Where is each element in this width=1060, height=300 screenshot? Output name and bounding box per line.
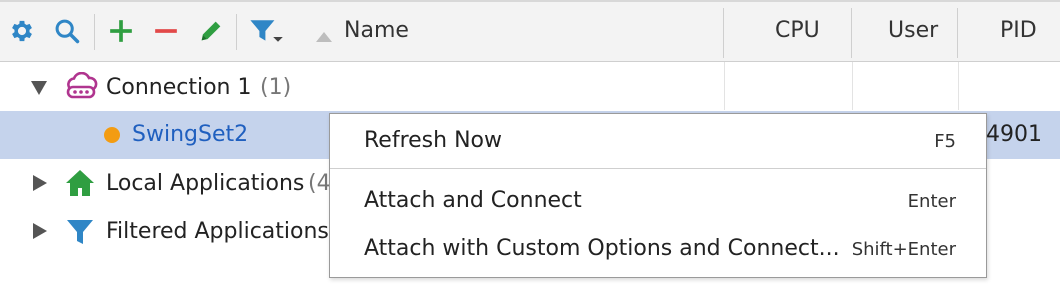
filtered-applications-label: Filtered Applications: [106, 219, 329, 244]
column-header-name[interactable]: Name: [344, 18, 409, 43]
menu-item-label: Attach and Connect: [364, 188, 582, 213]
remote-host-icon: [64, 71, 98, 106]
connection-count: (1): [260, 75, 292, 100]
context-menu: Refresh Now F5 Attach and Connect Enter …: [329, 113, 987, 278]
status-dot-icon: [104, 127, 120, 143]
column-header-pid[interactable]: PID: [1000, 18, 1037, 43]
toolbar-divider: [94, 14, 95, 50]
menu-separator: [330, 168, 986, 169]
pencil-icon[interactable]: [196, 16, 226, 46]
column-divider[interactable]: [723, 8, 724, 58]
local-applications-label: Local Applications: [106, 171, 305, 196]
pid-value: 4901: [986, 122, 1042, 147]
menu-item-shortcut: Shift+Enter: [851, 239, 956, 260]
menu-item-refresh-now[interactable]: Refresh Now F5: [330, 118, 986, 164]
gear-icon[interactable]: [7, 16, 37, 46]
menu-item-attach-with-custom-options[interactable]: Attach with Custom Options and Connect..…: [330, 226, 986, 272]
menu-item-attach-and-connect[interactable]: Attach and Connect Enter: [330, 178, 986, 224]
connection-label: Connection 1: [106, 75, 252, 100]
column-header-cpu[interactable]: CPU: [775, 18, 820, 43]
menu-item-label: Refresh Now: [364, 128, 502, 153]
column-header-user[interactable]: User: [888, 18, 938, 43]
local-applications-count: (4: [308, 171, 331, 196]
expand-right-icon[interactable]: [32, 174, 48, 196]
expand-right-icon[interactable]: [32, 222, 48, 244]
expand-down-icon[interactable]: [30, 80, 48, 100]
column-divider[interactable]: [851, 8, 852, 58]
filter-icon: [66, 218, 94, 250]
search-icon[interactable]: [52, 16, 82, 46]
home-icon: [64, 168, 96, 202]
menu-item-shortcut: Enter: [907, 191, 956, 212]
tree-row-connection[interactable]: Connection 1 (1): [0, 64, 1060, 112]
filter-dropdown-icon[interactable]: [248, 16, 284, 46]
app-label: SwingSet2: [132, 122, 249, 147]
menu-item-shortcut: F5: [934, 131, 956, 152]
toolbar-divider: [236, 14, 237, 50]
minus-icon[interactable]: [151, 16, 181, 46]
sort-ascending-icon: [315, 28, 333, 47]
plus-icon[interactable]: [106, 16, 136, 46]
toolbar-header: Name CPU User PID: [0, 0, 1060, 62]
column-divider[interactable]: [957, 8, 958, 58]
menu-item-label: Attach with Custom Options and Connect..…: [364, 236, 840, 261]
